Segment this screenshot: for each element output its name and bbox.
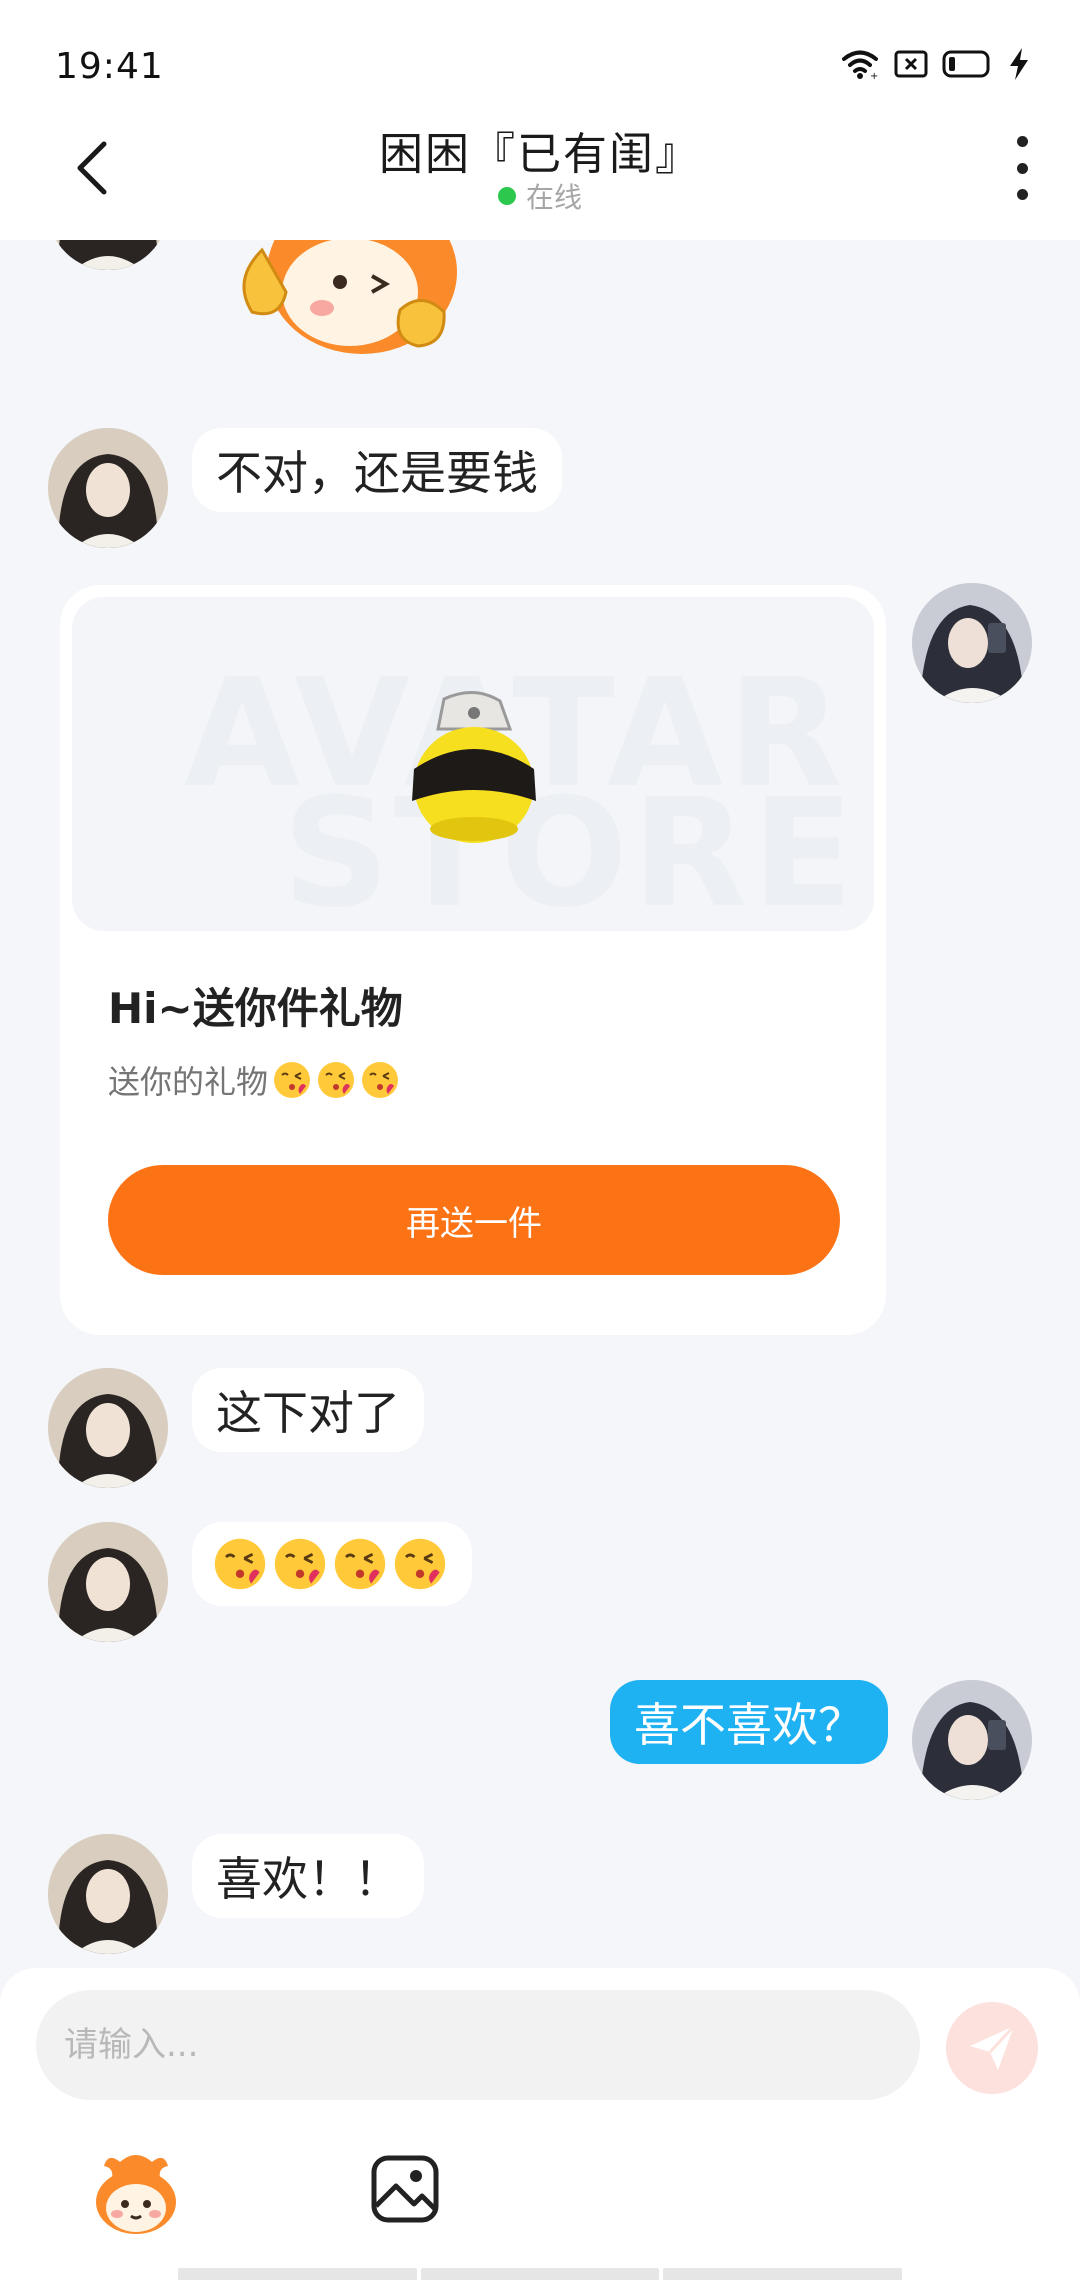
kissing-face-emoji bbox=[334, 1538, 386, 1590]
sticker-icon[interactable] bbox=[90, 2148, 182, 2240]
monkey-sticker[interactable] bbox=[222, 240, 482, 360]
status-time: 19:41 bbox=[55, 46, 164, 87]
kissing-face-emoji bbox=[214, 1538, 266, 1590]
presence-status: 在线 bbox=[0, 176, 1080, 216]
message-bubble-received[interactable]: 不对，还是要钱 bbox=[192, 428, 562, 512]
gift-title: Hi~送你件礼物 bbox=[108, 984, 403, 1033]
gift-description: 送你的礼物 bbox=[108, 1057, 400, 1103]
gift-description-text: 送你的礼物 bbox=[108, 1063, 269, 1101]
gift-card[interactable]: AVATAR STORE Hi~送你件礼物 送你的礼物 再送一件 bbox=[60, 585, 886, 1335]
paper-plane-icon bbox=[970, 2024, 1016, 2070]
chat-messages[interactable]: 不对，还是要钱 AVATAR STORE Hi~送你件礼物 送你的礼物 再送一件… bbox=[0, 240, 1080, 1970]
send-button[interactable] bbox=[946, 2002, 1038, 2094]
kissing-face-emoji bbox=[394, 1538, 446, 1590]
message-bubble-received[interactable] bbox=[192, 1522, 472, 1606]
my-avatar[interactable] bbox=[912, 1680, 1032, 1800]
gift-item-image bbox=[412, 691, 536, 843]
kissing-face-emoji bbox=[362, 1062, 399, 1098]
watermark-text: STORE bbox=[282, 767, 858, 931]
contact-avatar[interactable] bbox=[48, 240, 168, 270]
gift-image: AVATAR STORE bbox=[72, 597, 874, 931]
svg-text:+: + bbox=[870, 71, 878, 80]
more-options-button[interactable] bbox=[1002, 136, 1042, 200]
image-icon[interactable] bbox=[370, 2154, 440, 2224]
battery-icon bbox=[942, 50, 990, 78]
header: 19:41 + 困困『已有闺』 在线 bbox=[0, 0, 1080, 240]
kissing-face-emoji bbox=[274, 1062, 311, 1098]
kissing-face-emoji bbox=[318, 1062, 355, 1098]
contact-avatar[interactable] bbox=[48, 428, 168, 548]
contact-avatar[interactable] bbox=[48, 1522, 168, 1642]
contact-avatar[interactable] bbox=[48, 1368, 168, 1488]
message-bubble-received[interactable]: 喜欢！！ bbox=[192, 1834, 424, 1918]
contact-avatar[interactable] bbox=[48, 1834, 168, 1954]
wifi-icon: + bbox=[842, 50, 878, 80]
sim-icon bbox=[894, 50, 928, 78]
kissing-face-emoji bbox=[274, 1538, 326, 1590]
status-icons: + bbox=[840, 44, 1030, 84]
charging-icon bbox=[1010, 48, 1028, 80]
message-bubble-sent[interactable]: 喜不喜欢？ bbox=[610, 1680, 888, 1764]
send-again-button[interactable]: 再送一件 bbox=[108, 1165, 840, 1275]
message-bubble-received[interactable]: 这下对了 bbox=[192, 1368, 424, 1452]
online-dot-icon bbox=[497, 187, 516, 205]
more-vertical-icon bbox=[1016, 136, 1028, 147]
message-composer bbox=[0, 1968, 1080, 2280]
message-input[interactable] bbox=[36, 1990, 920, 2100]
presence-label: 在线 bbox=[525, 181, 582, 214]
my-avatar[interactable] bbox=[912, 583, 1032, 703]
chat-title: 困困『已有闺』 bbox=[379, 129, 701, 180]
gesture-bar bbox=[178, 2268, 903, 2280]
